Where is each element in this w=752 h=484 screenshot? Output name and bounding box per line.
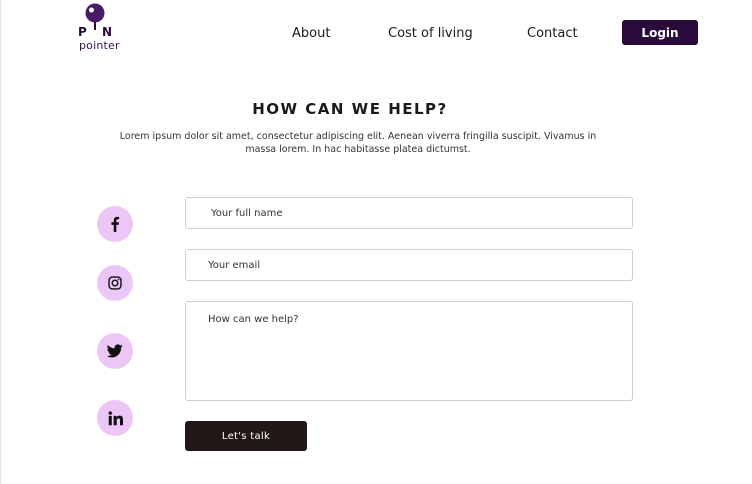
instagram-icon bbox=[108, 276, 122, 290]
page-title: HOW CAN WE HELP? bbox=[252, 100, 448, 118]
lets-talk-button[interactable]: Let's talk bbox=[185, 421, 307, 451]
page-left-border bbox=[0, 0, 1, 484]
nav-link-cost-of-living[interactable]: Cost of living bbox=[388, 26, 473, 41]
instagram-button[interactable] bbox=[97, 265, 133, 301]
full-name-input[interactable] bbox=[185, 197, 633, 229]
linkedin-icon bbox=[108, 410, 123, 425]
linkedin-button[interactable] bbox=[97, 400, 133, 436]
logo-letter-p: P bbox=[78, 25, 88, 39]
nav-link-about[interactable]: About bbox=[292, 26, 330, 41]
email-input[interactable] bbox=[185, 249, 633, 281]
facebook-button[interactable] bbox=[97, 206, 133, 242]
twitter-icon bbox=[107, 344, 123, 358]
brand-logo[interactable]: P N pointer bbox=[76, 3, 124, 53]
login-button[interactable]: Login bbox=[622, 20, 698, 45]
nav-link-contact[interactable]: Contact bbox=[527, 26, 578, 41]
facebook-icon bbox=[111, 216, 120, 232]
twitter-button[interactable] bbox=[97, 333, 133, 369]
logo-letter-n: N bbox=[102, 25, 113, 39]
logo-wordmark: pointer bbox=[79, 39, 120, 52]
page-description: Lorem ipsum dolor sit amet, consectetur … bbox=[119, 131, 597, 155]
message-textarea[interactable] bbox=[185, 301, 633, 401]
